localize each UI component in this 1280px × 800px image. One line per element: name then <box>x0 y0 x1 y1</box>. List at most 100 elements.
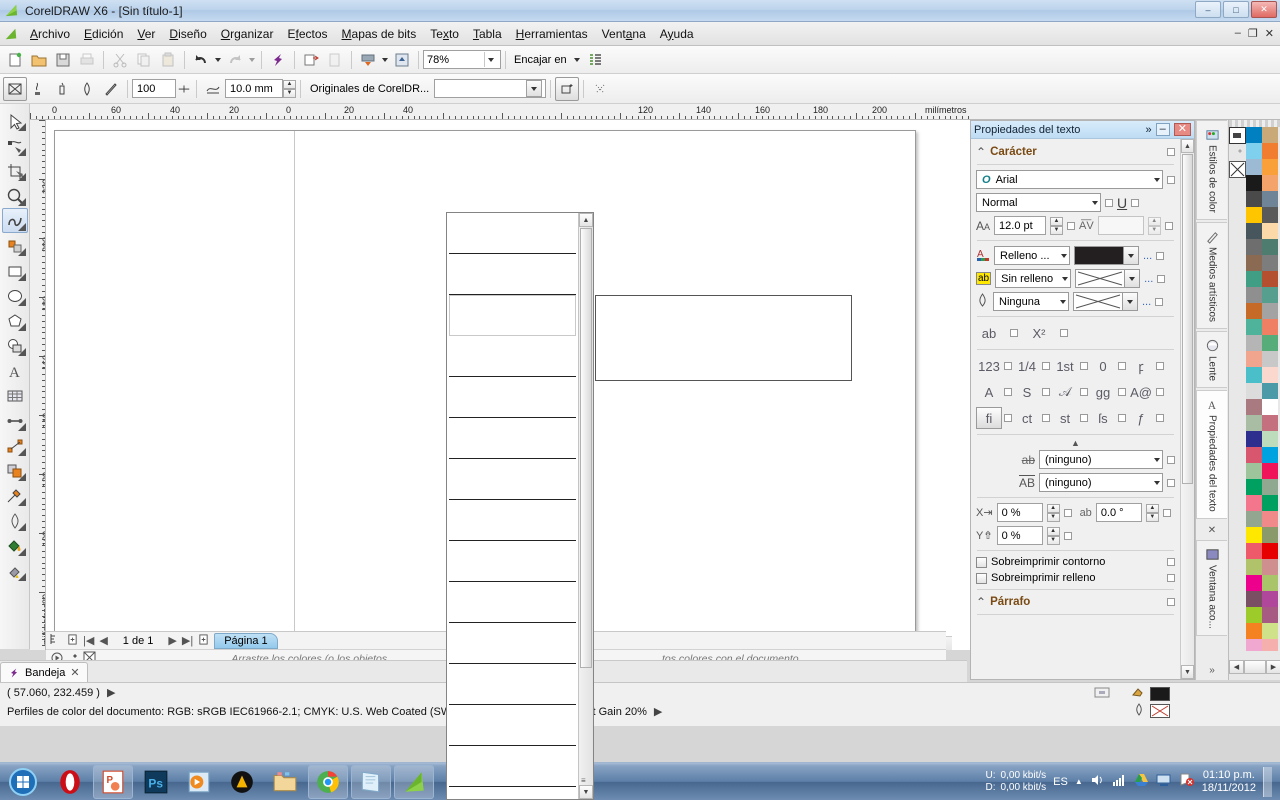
strikethrough-combo[interactable]: (ninguno) <box>1039 450 1163 469</box>
palette-scroll-right-icon[interactable]: ▶ <box>1266 660 1280 674</box>
flyout-arrow-icon[interactable] <box>17 473 26 481</box>
palette-swatch[interactable] <box>1262 623 1278 639</box>
mdi-restore-button[interactable]: ❐ <box>1248 27 1258 40</box>
opentype-checkbox[interactable] <box>1156 362 1164 370</box>
palette-scroll-thumb[interactable] <box>1244 660 1266 674</box>
flyout-arrow-icon[interactable] <box>17 348 26 356</box>
style-preset-item[interactable] <box>449 664 576 705</box>
opentype-checkbox[interactable] <box>1118 414 1126 422</box>
palette-swatch[interactable] <box>1262 191 1278 207</box>
opentype--icon[interactable]: ƒ <box>1128 407 1154 429</box>
opentype-checkbox[interactable] <box>1004 362 1012 370</box>
style-preset-item[interactable] <box>449 623 576 664</box>
flyout-arrow-icon[interactable] <box>17 498 26 506</box>
volume-icon[interactable] <box>1090 773 1105 790</box>
tray-close-icon[interactable]: ✕ <box>70 666 79 679</box>
palette-swatch[interactable] <box>1246 367 1262 383</box>
taskbar-coreldraw-icon[interactable] <box>394 764 434 799</box>
windows-start-icon[interactable] <box>0 765 46 799</box>
palette-swatch[interactable] <box>1246 591 1262 607</box>
tray-tab[interactable]: Bandeja ✕ <box>0 662 88 682</box>
underline-icon[interactable]: U <box>1117 195 1127 211</box>
palette-swatch[interactable] <box>1262 319 1278 335</box>
vertical-shift-checkbox[interactable] <box>1063 531 1072 540</box>
options-icon[interactable] <box>583 48 607 72</box>
x-none-icon[interactable] <box>1229 161 1246 178</box>
palette-swatch[interactable] <box>1262 543 1278 559</box>
palette-swatch[interactable] <box>1262 415 1278 431</box>
opentype--icon[interactable]: 𝒜 <box>1052 381 1078 403</box>
flyout-arrow-icon[interactable] <box>17 548 26 556</box>
perfect-shapes-tool[interactable] <box>2 333 28 358</box>
strikethrough-dropdown-icon[interactable] <box>1154 457 1160 462</box>
style-preset-item[interactable] <box>449 213 576 254</box>
style-preset-item[interactable] <box>449 705 576 746</box>
font-style-checkbox[interactable] <box>1105 198 1113 207</box>
flyout-arrow-icon[interactable] <box>17 523 26 531</box>
expand-more-icon[interactable]: ▲ <box>971 438 1180 448</box>
add-page-end-icon[interactable] <box>198 633 209 648</box>
interactive-fill-tool[interactable] <box>2 558 28 583</box>
palette-swatch[interactable] <box>1262 335 1278 351</box>
palette-swatch[interactable] <box>1262 239 1278 255</box>
palette-swatch[interactable] <box>1246 207 1262 223</box>
paragraph-expander-icon[interactable]: ⌃ <box>976 595 986 609</box>
opentype-checkbox[interactable] <box>1080 388 1088 396</box>
text-tool[interactable]: A <box>2 358 28 383</box>
character-lock-checkbox[interactable] <box>1167 148 1175 156</box>
palette-swatch[interactable] <box>1262 143 1278 159</box>
vertical-shift-stepper[interactable]: ▲ ▼ <box>1046 526 1060 545</box>
background-checkbox[interactable] <box>1157 274 1166 283</box>
taskbar-clock[interactable]: 01:10 p.m. 18/11/2012 <box>1202 769 1256 795</box>
smart-fill-tool[interactable] <box>2 233 28 258</box>
style-preset-item[interactable] <box>449 746 576 787</box>
docker-scroll-thumb[interactable] <box>1182 154 1193 484</box>
opentype-checkbox[interactable] <box>1156 388 1164 396</box>
palette-swatch[interactable] <box>1262 495 1278 511</box>
paragraph-lock-checkbox[interactable] <box>1167 598 1175 606</box>
style-scroll-down-icon[interactable]: ▼ <box>579 785 593 799</box>
smoothing-brush-icon[interactable] <box>27 77 51 101</box>
docker-tab-ventana-aco-[interactable]: Ventana aco... <box>1196 539 1227 636</box>
fill-color-picker[interactable] <box>1074 246 1139 265</box>
new-icon[interactable] <box>3 48 27 72</box>
palette-swatch[interactable] <box>1246 479 1262 495</box>
rectangle-tool[interactable] <box>2 258 28 283</box>
freehand-tool[interactable] <box>1 208 28 233</box>
palette-swatch[interactable] <box>1262 303 1278 319</box>
font-style-dropdown-icon[interactable] <box>1092 200 1098 205</box>
superscript-x2-icon[interactable]: X² <box>1026 322 1052 344</box>
menu-item-herramientas[interactable]: Herramientas <box>509 24 595 44</box>
underline-checkbox[interactable] <box>1131 198 1140 207</box>
palette-swatch[interactable] <box>1262 255 1278 271</box>
overline-dropdown-icon[interactable] <box>1154 480 1160 485</box>
palette-swatch[interactable] <box>1246 607 1262 623</box>
outline-width-input[interactable]: 10.0 mm <box>225 79 283 98</box>
outline-more-button[interactable]: ... <box>1142 296 1151 308</box>
palette-swatch[interactable] <box>1246 623 1262 639</box>
network-meter[interactable]: U: D: 0,00 kbit/s 0,00 kbit/s <box>986 770 1047 794</box>
palette-swatch[interactable] <box>1262 399 1278 415</box>
style-preset-item[interactable] <box>449 459 576 500</box>
palette-drag-handle[interactable] <box>1229 120 1280 127</box>
fill-type-dropdown-icon[interactable] <box>1061 253 1067 258</box>
menu-item-dise-o[interactable]: Diseño <box>162 24 213 44</box>
palette-swatch[interactable] <box>1262 639 1278 651</box>
palette-swatch[interactable] <box>1262 479 1278 495</box>
kerning-input[interactable] <box>1097 216 1144 235</box>
style-dropdown-scrollbar[interactable]: ▲ ≡ ▼ <box>578 213 593 799</box>
palette-swatch[interactable] <box>1246 351 1262 367</box>
opentype--icon[interactable]: ꝼ <box>1128 355 1154 377</box>
fill-swatch-icon[interactable] <box>1131 685 1145 702</box>
palette-swatch[interactable] <box>1246 431 1262 447</box>
docker-collapse-icon[interactable]: » <box>1146 124 1152 136</box>
zoom-fit-label[interactable]: Encajar en <box>510 54 571 66</box>
show-desktop-button[interactable] <box>1263 766 1272 797</box>
overline-combo[interactable]: (ninguno) <box>1039 473 1163 492</box>
no-color-icon[interactable] <box>1229 127 1246 144</box>
flyout-arrow-icon[interactable] <box>17 173 26 181</box>
palette-swatch[interactable] <box>1262 383 1278 399</box>
opentype-S-icon[interactable]: S <box>1014 381 1040 403</box>
polygon-tool[interactable] <box>2 308 28 333</box>
coordinates-expand-icon[interactable]: ▶ <box>107 686 115 699</box>
